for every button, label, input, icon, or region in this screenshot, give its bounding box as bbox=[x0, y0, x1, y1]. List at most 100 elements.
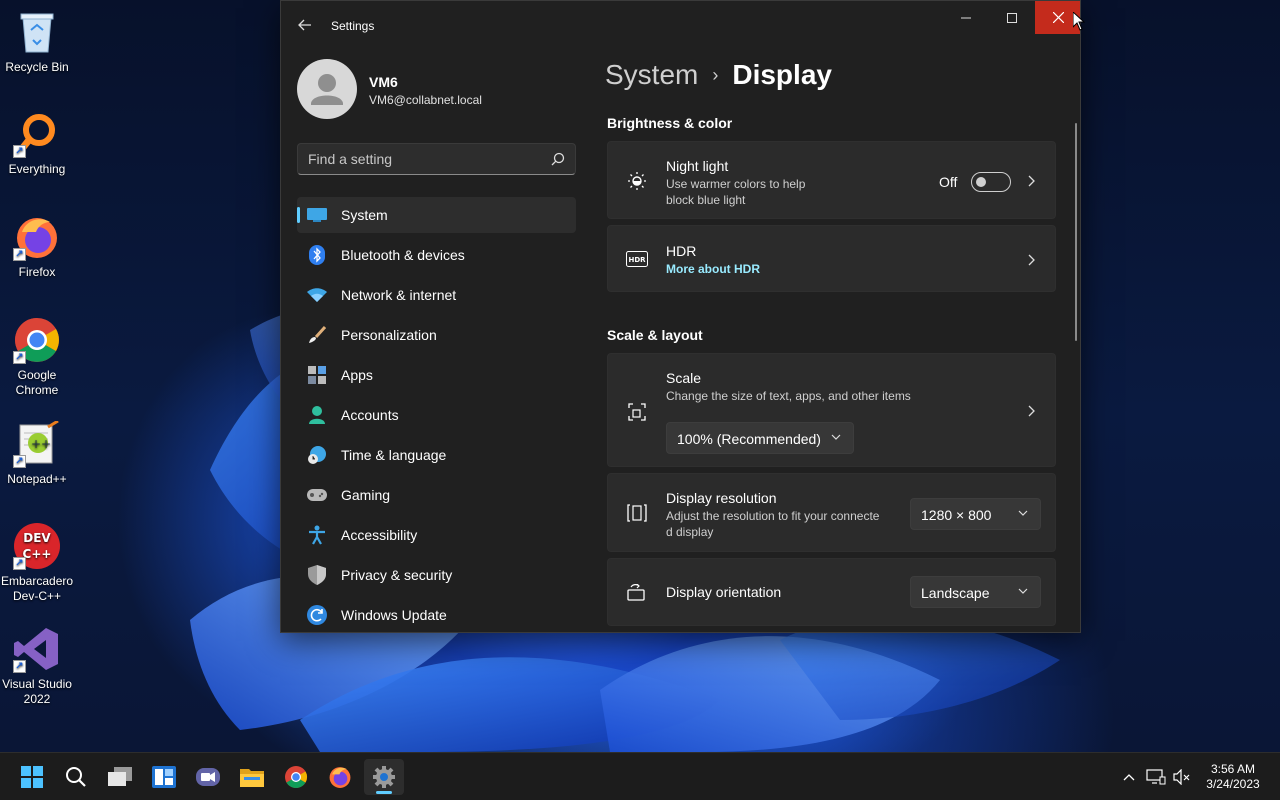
display-orientation-value: Landscape bbox=[921, 585, 990, 601]
search-icon bbox=[551, 152, 565, 166]
start-icon bbox=[21, 766, 43, 788]
settings-taskbar-button[interactable] bbox=[364, 759, 404, 795]
network-tray-button[interactable] bbox=[1146, 767, 1166, 787]
chrome-taskbar-button[interactable] bbox=[276, 759, 316, 795]
nav-item-gaming[interactable]: Gaming bbox=[297, 477, 576, 513]
minimize-icon bbox=[961, 17, 971, 18]
svg-text:DEV: DEV bbox=[23, 531, 51, 545]
nav-item-label: Personalization bbox=[341, 327, 437, 343]
display-orientation-title: Display orientation bbox=[666, 584, 782, 600]
nav-item-accessibility[interactable]: Accessibility bbox=[297, 517, 576, 553]
back-button[interactable] bbox=[293, 13, 317, 37]
desktop-icon-notepad-plus-plus[interactable]: ++ ↗ Notepad++ bbox=[0, 420, 74, 487]
chrome-icon: ↗ bbox=[13, 316, 61, 364]
night-light-desc-line2: block blue light bbox=[666, 193, 746, 207]
notepad-logo-text: ++ bbox=[31, 437, 51, 451]
hdr-card[interactable]: HDR HDR More about HDR bbox=[607, 225, 1056, 292]
scale-card[interactable]: Scale Change the size of text, apps, and… bbox=[607, 353, 1056, 467]
start-button[interactable] bbox=[12, 759, 52, 795]
taskbar-search-button[interactable] bbox=[56, 759, 96, 795]
nav-item-label: Bluetooth & devices bbox=[341, 247, 465, 263]
hdr-title: HDR bbox=[666, 243, 697, 259]
nav-item-privacy-security[interactable]: Privacy & security bbox=[297, 557, 576, 593]
chevron-right-icon bbox=[1026, 252, 1038, 268]
taskbar-clock[interactable]: 3:56 AM 3/24/2023 bbox=[1196, 762, 1270, 792]
maximize-button[interactable] bbox=[989, 1, 1035, 34]
nav-item-windows-update[interactable]: Windows Update bbox=[297, 597, 576, 632]
nav-item-bluetooth-devices[interactable]: Bluetooth & devices bbox=[297, 237, 576, 273]
speaker-muted-icon bbox=[1173, 769, 1190, 785]
firefox-taskbar-button[interactable] bbox=[320, 759, 360, 795]
desktop-icon-everything[interactable]: ↗ Everything bbox=[0, 110, 74, 177]
night-light-state-label: Off bbox=[939, 174, 958, 190]
scale-dropdown[interactable]: 100% (Recommended) bbox=[666, 422, 854, 454]
widgets-button[interactable] bbox=[144, 759, 184, 795]
desktop-icon-label: Embarcadero Dev-C++ bbox=[1, 574, 74, 603]
breadcrumb: System › Display bbox=[605, 59, 832, 91]
nav-item-network-internet[interactable]: Network & internet bbox=[297, 277, 576, 313]
display-resolution-title: Display resolution bbox=[666, 490, 777, 506]
toggle-knob bbox=[976, 177, 986, 187]
shortcut-arrow-icon: ↗ bbox=[13, 145, 26, 158]
clock-date: 3/24/2023 bbox=[1206, 777, 1260, 791]
nav-item-personalization[interactable]: Personalization bbox=[297, 317, 576, 353]
desktop-icon-label: Firefox bbox=[18, 265, 56, 279]
night-light-toggle[interactable] bbox=[971, 172, 1011, 192]
content-scrollbar[interactable] bbox=[1075, 123, 1077, 341]
chevron-right-icon: › bbox=[712, 64, 719, 85]
section-title-brightness: Brightness & color bbox=[607, 115, 733, 131]
breadcrumb-parent[interactable]: System bbox=[605, 59, 698, 91]
desktop-icon-dev-cpp[interactable]: DEV C++ ↗ Embarcadero Dev-C++ bbox=[0, 522, 74, 604]
nav-item-label: Windows Update bbox=[341, 607, 447, 623]
arrow-left-icon bbox=[298, 19, 311, 31]
firefox-icon bbox=[329, 767, 351, 788]
mouse-cursor-icon bbox=[1073, 12, 1085, 31]
nav-item-system[interactable]: System bbox=[297, 197, 576, 233]
title-bar[interactable]: Settings bbox=[281, 1, 1080, 49]
display-resolution-card[interactable]: Display resolution Adjust the resolution… bbox=[607, 473, 1056, 552]
search-input[interactable]: Find a setting bbox=[297, 143, 576, 175]
desktop-icon-label: Recycle Bin bbox=[5, 60, 69, 74]
nav-item-accounts[interactable]: Accounts bbox=[297, 397, 576, 433]
taskbar: 3:56 AM 3/24/2023 bbox=[0, 752, 1280, 800]
teams-chat-icon bbox=[196, 768, 220, 786]
nav-item-label: Accessibility bbox=[341, 527, 418, 543]
avatar[interactable] bbox=[297, 59, 357, 119]
profile-email: VM6@collabnet.local bbox=[369, 93, 482, 107]
minimize-button[interactable] bbox=[943, 1, 989, 34]
shield-icon bbox=[307, 565, 327, 585]
desktop-icon-recycle-bin[interactable]: Recycle Bin bbox=[0, 8, 74, 75]
more-about-hdr-link[interactable]: More about HDR bbox=[666, 262, 760, 276]
volume-tray-button[interactable] bbox=[1172, 767, 1192, 787]
nav-item-label: System bbox=[341, 207, 388, 223]
desktop-icon-visual-studio[interactable]: ↗ Visual Studio 2022 bbox=[0, 625, 74, 707]
display-resolution-value: 1280 × 800 bbox=[921, 507, 992, 523]
chevron-down-icon bbox=[1018, 588, 1028, 594]
nav-item-apps[interactable]: Apps bbox=[297, 357, 576, 393]
desktop-icon-chrome[interactable]: ↗ Google Chrome bbox=[0, 316, 74, 398]
close-icon bbox=[1052, 12, 1064, 23]
file-explorer-button[interactable] bbox=[232, 759, 272, 795]
desktop-icon-label: Visual Studio 2022 bbox=[2, 677, 72, 706]
display-resolution-dropdown[interactable]: 1280 × 800 bbox=[910, 498, 1041, 530]
task-view-button[interactable] bbox=[100, 759, 140, 795]
nav-item-time-language[interactable]: Time & language bbox=[297, 437, 576, 473]
desktop-icon-firefox[interactable]: ↗ Firefox bbox=[0, 213, 74, 280]
window-title: Settings bbox=[331, 19, 375, 33]
section-title-scale-layout: Scale & layout bbox=[607, 327, 703, 343]
display-resolution-desc-line1: Adjust the resolution to fit your connec… bbox=[666, 509, 880, 523]
clock-time: 3:56 AM bbox=[1210, 762, 1256, 776]
svg-text:C++: C++ bbox=[23, 547, 52, 561]
brush-icon bbox=[307, 325, 327, 345]
show-hidden-icons-button[interactable] bbox=[1119, 767, 1139, 787]
teams-chat-button[interactable] bbox=[188, 759, 228, 795]
display-orientation-dropdown[interactable]: Landscape bbox=[910, 576, 1041, 608]
apps-icon bbox=[307, 365, 327, 385]
nav-item-label: Gaming bbox=[341, 487, 391, 503]
nav-list: System Bluetooth & devices Network & int… bbox=[297, 197, 576, 632]
night-light-card[interactable]: Night light Use warmer colors to help bl… bbox=[607, 141, 1056, 219]
profile-name: VM6 bbox=[369, 74, 398, 90]
chevron-down-icon bbox=[1018, 510, 1028, 516]
display-orientation-card[interactable]: Display orientation Landscape bbox=[607, 558, 1056, 626]
account-icon bbox=[307, 405, 327, 425]
